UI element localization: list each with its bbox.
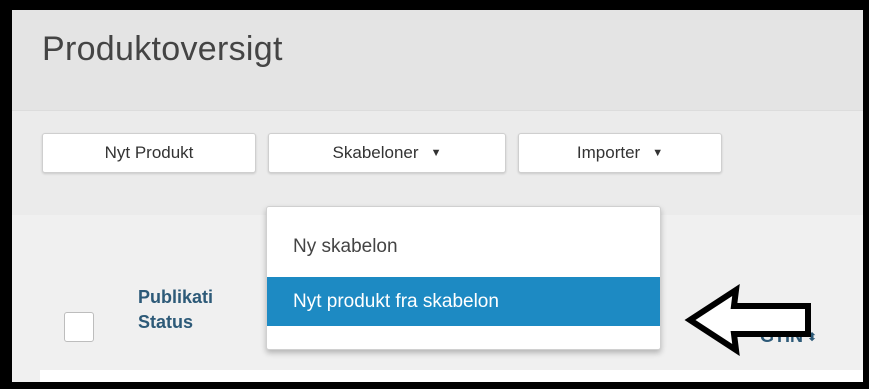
menu-item-new-template[interactable]: Ny skabelon — [267, 227, 660, 267]
column-header-publication-status[interactable]: Publikati Status — [138, 285, 213, 335]
menu-item-label: Ny skabelon — [293, 236, 398, 257]
templates-dropdown-menu: Ny skabelon Nyt produkt fra skabelon — [266, 206, 661, 350]
menu-item-new-product-from-template[interactable]: Nyt produkt fra skabelon — [267, 277, 660, 326]
page-title: Produktoversigt — [42, 30, 283, 68]
toolbar: Nyt Produkt Skabeloner ▼ Importer ▼ — [12, 110, 863, 216]
app-window: Produktoversigt Nyt Produkt Skabeloner ▼… — [12, 10, 863, 382]
annotation-arrow-icon — [684, 284, 811, 356]
caret-down-icon: ▼ — [430, 147, 442, 159]
templates-dropdown-button[interactable]: Skabeloner ▼ — [268, 133, 506, 173]
caret-down-icon: ▼ — [652, 147, 664, 159]
menu-item-label: Nyt produkt fra skabelon — [293, 290, 499, 312]
templates-label: Skabeloner — [332, 143, 419, 162]
import-label: Importer — [576, 143, 641, 162]
new-product-label: Nyt Produkt — [104, 143, 194, 162]
column-header-line1: Publikati — [138, 287, 214, 307]
column-header-line2: Status — [138, 312, 194, 332]
import-dropdown-button[interactable]: Importer ▼ — [518, 133, 722, 173]
new-product-button[interactable]: Nyt Produkt — [42, 133, 256, 173]
page-header: Produktoversigt — [12, 10, 863, 110]
table-row — [40, 370, 863, 382]
select-all-checkbox[interactable] — [64, 312, 94, 342]
